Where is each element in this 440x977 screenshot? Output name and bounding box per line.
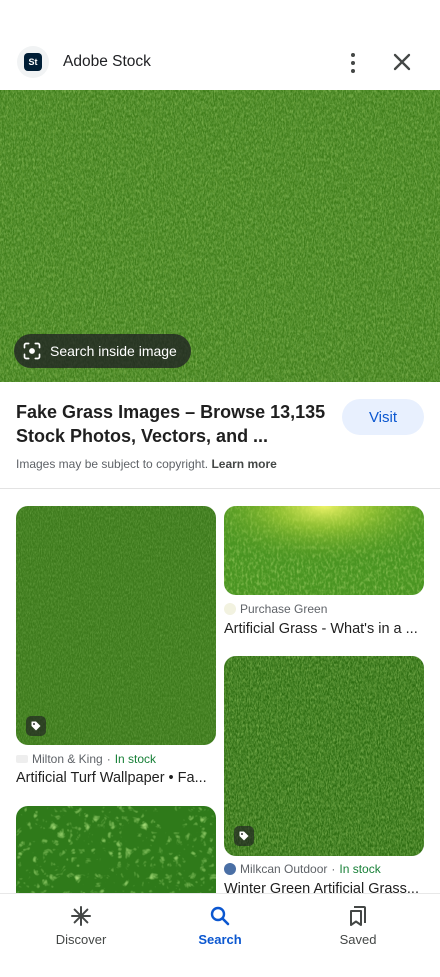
- related-image[interactable]: [16, 506, 216, 745]
- nav-discover-label: Discover: [55, 932, 107, 947]
- related-title[interactable]: Artificial Turf Wallpaper • Fa...: [16, 770, 207, 786]
- result-title[interactable]: Fake Grass Images – Browse 13,135 Stock …: [16, 400, 326, 448]
- bottom-navigation: Discover Search Saved: [0, 893, 440, 977]
- header: St Adobe Stock: [0, 0, 440, 90]
- related-image[interactable]: [224, 656, 424, 856]
- stock-status: In stock: [339, 862, 381, 876]
- price-tag-icon: [26, 716, 46, 736]
- source-name: Purchase Green: [240, 602, 328, 616]
- source-line: Milton & King · In stock: [16, 752, 156, 766]
- site-name[interactable]: Adobe Stock: [63, 53, 151, 71]
- lens-icon: [23, 342, 41, 360]
- nav-search[interactable]: Search: [160, 904, 280, 947]
- copyright-text: Images may be subject to copyright.: [16, 457, 209, 471]
- price-tag-icon: [234, 826, 254, 846]
- milton-king-favicon: [16, 755, 28, 763]
- close-icon[interactable]: [388, 48, 416, 76]
- milkcan-outdoor-favicon: [224, 863, 236, 875]
- site-favicon: St: [17, 46, 49, 78]
- copyright-notice: Images may be subject to copyright. Lear…: [16, 457, 277, 471]
- search-inside-image-button[interactable]: Search inside image: [14, 334, 191, 368]
- related-image[interactable]: [16, 806, 216, 894]
- nav-search-label: Search: [198, 932, 242, 947]
- more-vert-icon[interactable]: [341, 50, 365, 76]
- search-chip-label: Search inside image: [50, 343, 177, 359]
- nav-saved[interactable]: Saved: [298, 904, 418, 947]
- bookmarks-icon: [350, 906, 366, 926]
- purchase-green-favicon: [224, 603, 236, 615]
- visit-button[interactable]: Visit: [342, 399, 424, 435]
- source-line: Milkcan Outdoor · In stock: [224, 862, 381, 876]
- source-name: Milton & King: [32, 752, 103, 766]
- nav-discover[interactable]: Discover: [21, 904, 141, 947]
- divider: [0, 488, 440, 489]
- discover-asterisk-icon: [71, 906, 91, 926]
- source-line: Purchase Green: [224, 602, 327, 616]
- stock-status: In stock: [114, 752, 157, 766]
- source-name: Milkcan Outdoor: [240, 862, 328, 876]
- related-image[interactable]: [224, 506, 424, 595]
- learn-more-link[interactable]: Learn more: [211, 457, 276, 471]
- adobe-stock-logo: St: [24, 53, 42, 71]
- search-icon: [210, 906, 230, 926]
- nav-saved-label: Saved: [339, 932, 377, 947]
- related-title[interactable]: Artificial Grass - What's in a ...: [224, 621, 418, 637]
